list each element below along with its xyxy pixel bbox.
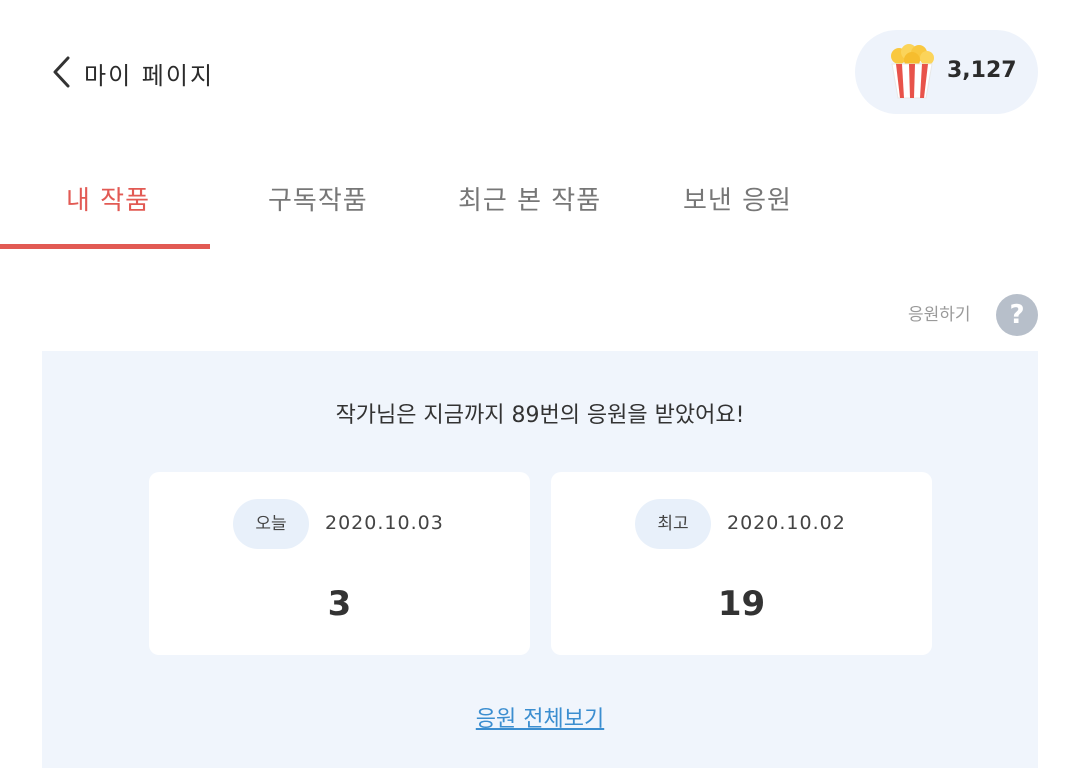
support-summary: 작가님은 지금까지 89번의 응원을 받았어요!	[335, 403, 745, 428]
today-support-card: 오늘 2020.10.03 3	[149, 472, 530, 655]
question-icon[interactable]: ?	[996, 294, 1038, 336]
popcorn-icon	[891, 44, 934, 99]
best-date: 2020.10.02	[727, 512, 846, 534]
active-tab-indicator	[0, 244, 210, 249]
best-badge: 최고	[635, 499, 711, 549]
page-title: 마이 페이지	[84, 62, 215, 90]
support-panel: 작가님은 지금까지 89번의 응원을 받았어요! 오늘 2020.10.03 3…	[42, 351, 1038, 768]
tab-my-works[interactable]: 내 작품	[66, 180, 150, 217]
points-value: 3,127	[947, 58, 1017, 83]
today-date: 2020.10.03	[325, 512, 444, 534]
today-count: 3	[327, 584, 352, 624]
tab-sent-support[interactable]: 보낸 응원	[683, 180, 792, 217]
back-button[interactable]	[48, 54, 80, 90]
support-help[interactable]: 응원하기 ?	[900, 294, 1040, 336]
support-help-label: 응원하기	[908, 305, 971, 325]
tab-bar: 내 작품 구독작품 최근 본 작품 보낸 응원	[0, 150, 1080, 250]
best-count: 19	[717, 584, 766, 624]
points-badge[interactable]: 3,127	[855, 30, 1038, 114]
tab-subscribed-works[interactable]: 구독작품	[268, 180, 368, 217]
chevron-left-icon	[53, 56, 70, 88]
best-support-card: 최고 2020.10.02 19	[551, 472, 932, 655]
tab-recent-works[interactable]: 최근 본 작품	[458, 180, 601, 217]
view-all-support-link[interactable]: 응원 전체보기	[42, 701, 1038, 733]
today-badge: 오늘	[233, 499, 309, 549]
header: 마이 페이지 3,127	[0, 0, 1080, 140]
